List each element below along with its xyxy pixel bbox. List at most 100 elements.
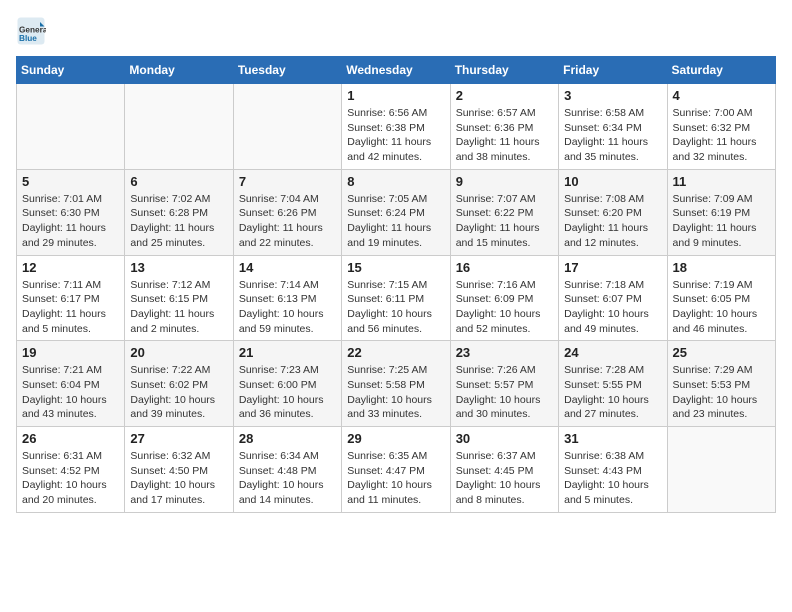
calendar-day-cell: 25 Sunrise: 7:29 AM Sunset: 5:53 PM Dayli…: [667, 341, 775, 427]
day-info: Sunrise: 7:26 AM Sunset: 5:57 PM Dayligh…: [456, 363, 553, 422]
day-info: Sunrise: 6:57 AM Sunset: 6:36 PM Dayligh…: [456, 106, 553, 165]
calendar-day-cell: 9 Sunrise: 7:07 AM Sunset: 6:22 PM Daylig…: [450, 169, 558, 255]
calendar-day-cell: 22 Sunrise: 7:25 AM Sunset: 5:58 PM Dayli…: [342, 341, 450, 427]
day-of-week-header: Wednesday: [342, 57, 450, 84]
day-number: 28: [239, 431, 336, 446]
calendar-day-cell: 20 Sunrise: 7:22 AM Sunset: 6:02 PM Dayli…: [125, 341, 233, 427]
day-info: Sunrise: 6:32 AM Sunset: 4:50 PM Dayligh…: [130, 449, 227, 508]
day-info: Sunrise: 6:35 AM Sunset: 4:47 PM Dayligh…: [347, 449, 444, 508]
calendar-day-cell: 14 Sunrise: 7:14 AM Sunset: 6:13 PM Dayli…: [233, 255, 341, 341]
day-number: 6: [130, 174, 227, 189]
day-number: 12: [22, 260, 119, 275]
day-number: 29: [347, 431, 444, 446]
day-info: Sunrise: 6:58 AM Sunset: 6:34 PM Dayligh…: [564, 106, 661, 165]
day-info: Sunrise: 7:01 AM Sunset: 6:30 PM Dayligh…: [22, 192, 119, 251]
calendar-day-cell: 16 Sunrise: 7:16 AM Sunset: 6:09 PM Dayli…: [450, 255, 558, 341]
calendar-day-cell: 28 Sunrise: 6:34 AM Sunset: 4:48 PM Dayli…: [233, 427, 341, 513]
day-info: Sunrise: 7:05 AM Sunset: 6:24 PM Dayligh…: [347, 192, 444, 251]
calendar-day-cell: [17, 84, 125, 170]
calendar-day-cell: 17Sunrise: 7:18 AM Sunset: 6:07 PM Dayli…: [559, 255, 667, 341]
day-info: Sunrise: 7:25 AM Sunset: 5:58 PM Dayligh…: [347, 363, 444, 422]
day-info: Sunrise: 7:23 AM Sunset: 6:00 PM Dayligh…: [239, 363, 336, 422]
calendar-day-cell: 7 Sunrise: 7:04 AM Sunset: 6:26 PM Daylig…: [233, 169, 341, 255]
logo-icon: General Blue: [16, 16, 46, 46]
day-number: 4: [673, 88, 770, 103]
day-info: Sunrise: 7:08 AM Sunset: 6:20 PM Dayligh…: [564, 192, 661, 251]
calendar-day-cell: 30 Sunrise: 6:37 AM Sunset: 4:45 PM Dayli…: [450, 427, 558, 513]
day-info: Sunrise: 7:28 AM Sunset: 5:55 PM Dayligh…: [564, 363, 661, 422]
day-number: 22: [347, 345, 444, 360]
day-number: 23: [456, 345, 553, 360]
logo: General Blue: [16, 16, 50, 46]
calendar-day-cell: 29 Sunrise: 6:35 AM Sunset: 4:47 PM Dayli…: [342, 427, 450, 513]
calendar-day-cell: 6Sunrise: 7:02 AM Sunset: 6:28 PM Daylig…: [125, 169, 233, 255]
calendar-day-cell: 11 Sunrise: 7:09 AM Sunset: 6:19 PM Dayli…: [667, 169, 775, 255]
calendar-week-row: 26Sunrise: 6:31 AM Sunset: 4:52 PM Dayli…: [17, 427, 776, 513]
day-info: Sunrise: 7:19 AM Sunset: 6:05 PM Dayligh…: [673, 278, 770, 337]
calendar-day-cell: 2 Sunrise: 6:57 AM Sunset: 6:36 PM Daylig…: [450, 84, 558, 170]
day-number: 10: [564, 174, 661, 189]
calendar-day-cell: 10 Sunrise: 7:08 AM Sunset: 6:20 PM Dayli…: [559, 169, 667, 255]
calendar-header-row: SundayMondayTuesdayWednesdayThursdayFrid…: [17, 57, 776, 84]
calendar-day-cell: 31Sunrise: 6:38 AM Sunset: 4:43 PM Dayli…: [559, 427, 667, 513]
day-info: Sunrise: 7:29 AM Sunset: 5:53 PM Dayligh…: [673, 363, 770, 422]
calendar-week-row: 19 Sunrise: 7:21 AM Sunset: 6:04 PM Dayli…: [17, 341, 776, 427]
day-number: 18: [673, 260, 770, 275]
day-number: 19: [22, 345, 119, 360]
day-info: Sunrise: 7:00 AM Sunset: 6:32 PM Dayligh…: [673, 106, 770, 165]
day-info: Sunrise: 6:38 AM Sunset: 4:43 PM Dayligh…: [564, 449, 661, 508]
day-number: 15: [347, 260, 444, 275]
day-number: 25: [673, 345, 770, 360]
calendar-week-row: 1Sunrise: 6:56 AM Sunset: 6:38 PM Daylig…: [17, 84, 776, 170]
day-number: 2: [456, 88, 553, 103]
day-info: Sunrise: 7:16 AM Sunset: 6:09 PM Dayligh…: [456, 278, 553, 337]
day-info: Sunrise: 7:21 AM Sunset: 6:04 PM Dayligh…: [22, 363, 119, 422]
calendar-day-cell: 26Sunrise: 6:31 AM Sunset: 4:52 PM Dayli…: [17, 427, 125, 513]
day-number: 27: [130, 431, 227, 446]
day-number: 30: [456, 431, 553, 446]
day-info: Sunrise: 7:14 AM Sunset: 6:13 PM Dayligh…: [239, 278, 336, 337]
day-of-week-header: Saturday: [667, 57, 775, 84]
day-number: 14: [239, 260, 336, 275]
day-number: 16: [456, 260, 553, 275]
calendar-day-cell: 23 Sunrise: 7:26 AM Sunset: 5:57 PM Dayli…: [450, 341, 558, 427]
calendar-day-cell: 12 Sunrise: 7:11 AM Sunset: 6:17 PM Dayli…: [17, 255, 125, 341]
day-of-week-header: Tuesday: [233, 57, 341, 84]
day-info: Sunrise: 6:31 AM Sunset: 4:52 PM Dayligh…: [22, 449, 119, 508]
day-number: 3: [564, 88, 661, 103]
day-number: 11: [673, 174, 770, 189]
calendar-day-cell: [667, 427, 775, 513]
calendar-day-cell: 8Sunrise: 7:05 AM Sunset: 6:24 PM Daylig…: [342, 169, 450, 255]
day-number: 7: [239, 174, 336, 189]
day-info: Sunrise: 7:11 AM Sunset: 6:17 PM Dayligh…: [22, 278, 119, 337]
calendar-day-cell: 19 Sunrise: 7:21 AM Sunset: 6:04 PM Dayli…: [17, 341, 125, 427]
calendar-day-cell: 3 Sunrise: 6:58 AM Sunset: 6:34 PM Daylig…: [559, 84, 667, 170]
calendar-week-row: 5Sunrise: 7:01 AM Sunset: 6:30 PM Daylig…: [17, 169, 776, 255]
calendar-week-row: 12 Sunrise: 7:11 AM Sunset: 6:17 PM Dayli…: [17, 255, 776, 341]
calendar-day-cell: 5Sunrise: 7:01 AM Sunset: 6:30 PM Daylig…: [17, 169, 125, 255]
svg-text:Blue: Blue: [19, 34, 37, 43]
day-info: Sunrise: 7:04 AM Sunset: 6:26 PM Dayligh…: [239, 192, 336, 251]
day-number: 24: [564, 345, 661, 360]
calendar-day-cell: 15 Sunrise: 7:15 AM Sunset: 6:11 PM Dayli…: [342, 255, 450, 341]
day-number: 1: [347, 88, 444, 103]
day-number: 13: [130, 260, 227, 275]
day-of-week-header: Friday: [559, 57, 667, 84]
calendar-day-cell: [125, 84, 233, 170]
day-info: Sunrise: 6:34 AM Sunset: 4:48 PM Dayligh…: [239, 449, 336, 508]
calendar-day-cell: 1Sunrise: 6:56 AM Sunset: 6:38 PM Daylig…: [342, 84, 450, 170]
day-info: Sunrise: 7:22 AM Sunset: 6:02 PM Dayligh…: [130, 363, 227, 422]
day-info: Sunrise: 7:15 AM Sunset: 6:11 PM Dayligh…: [347, 278, 444, 337]
day-info: Sunrise: 7:09 AM Sunset: 6:19 PM Dayligh…: [673, 192, 770, 251]
day-of-week-header: Monday: [125, 57, 233, 84]
day-info: Sunrise: 7:12 AM Sunset: 6:15 PM Dayligh…: [130, 278, 227, 337]
day-info: Sunrise: 7:18 AM Sunset: 6:07 PM Dayligh…: [564, 278, 661, 337]
day-info: Sunrise: 7:07 AM Sunset: 6:22 PM Dayligh…: [456, 192, 553, 251]
day-info: Sunrise: 6:37 AM Sunset: 4:45 PM Dayligh…: [456, 449, 553, 508]
calendar-day-cell: 24 Sunrise: 7:28 AM Sunset: 5:55 PM Dayli…: [559, 341, 667, 427]
calendar-day-cell: 27 Sunrise: 6:32 AM Sunset: 4:50 PM Dayli…: [125, 427, 233, 513]
day-number: 20: [130, 345, 227, 360]
day-number: 9: [456, 174, 553, 189]
calendar-day-cell: [233, 84, 341, 170]
day-number: 21: [239, 345, 336, 360]
